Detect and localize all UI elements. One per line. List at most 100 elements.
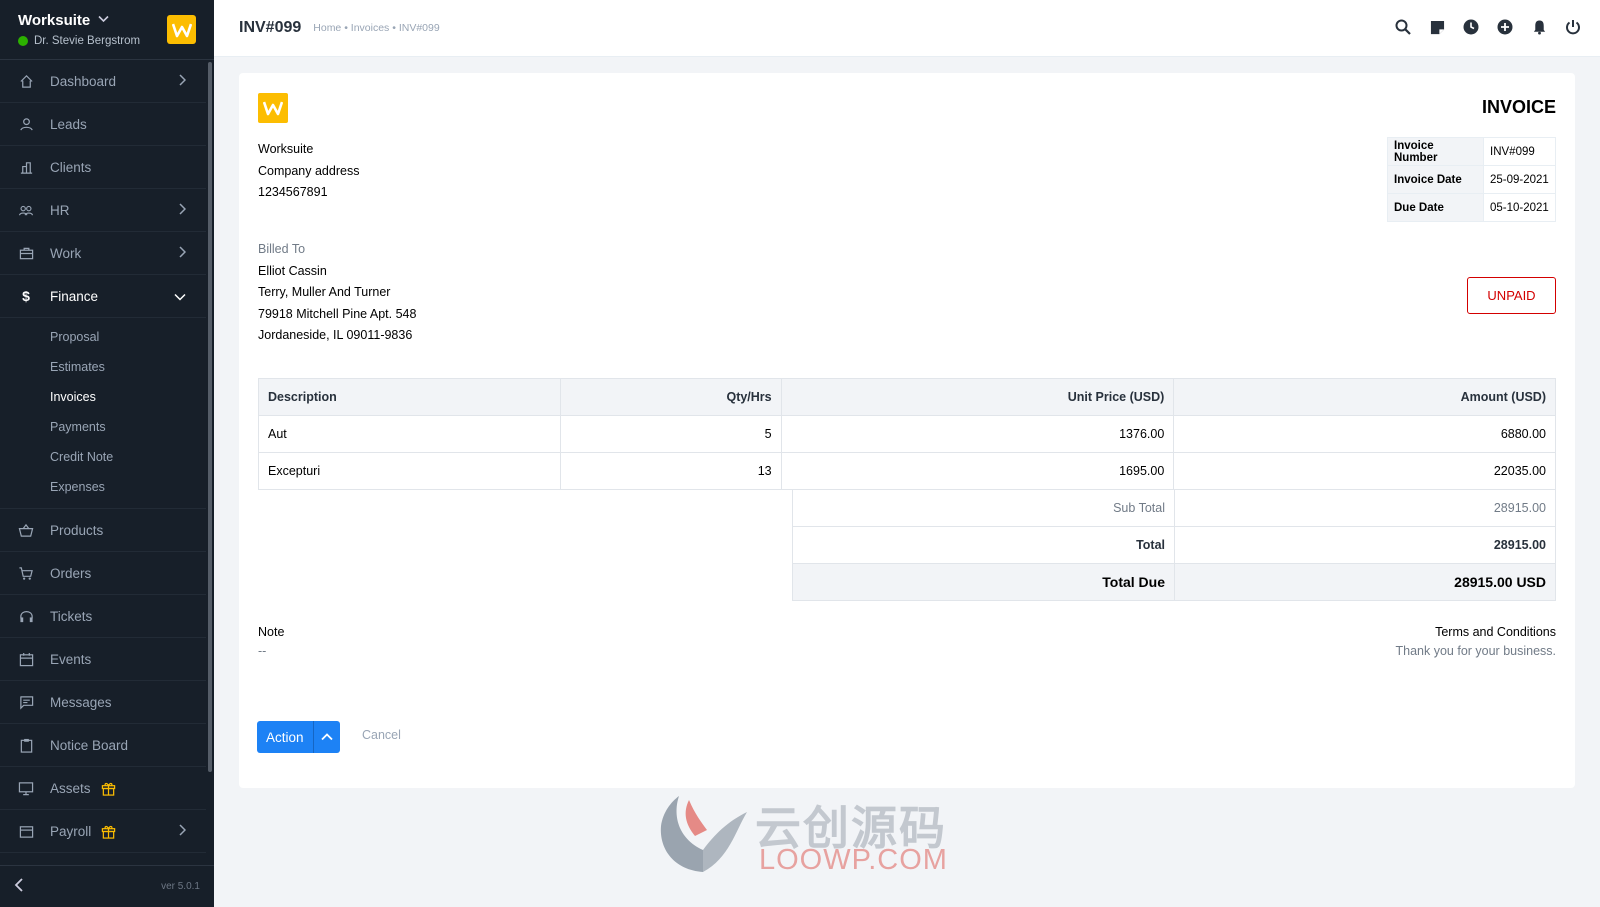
chevron-down-icon — [98, 15, 109, 26]
total-row: Total 28915.00 — [792, 526, 1556, 564]
chevron-up-icon — [320, 733, 333, 741]
meta-label: Invoice Number — [1387, 137, 1484, 166]
billed-to: Billed To Elliot Cassin Terry, Muller An… — [258, 239, 416, 347]
submenu-item-credit-note[interactable]: Credit Note — [0, 442, 206, 472]
meta-label: Invoice Date — [1387, 165, 1484, 194]
company-logo[interactable] — [167, 15, 196, 44]
column-header: Amount (USD) — [1173, 378, 1556, 416]
company-phone: 1234567891 — [258, 185, 328, 199]
power-icon[interactable] — [1564, 18, 1582, 36]
total-label: Total — [792, 526, 1175, 564]
meta-value: INV#099 — [1483, 137, 1556, 166]
sidebar-item-tickets[interactable]: Tickets — [0, 595, 206, 638]
sidebar-item-label: Assets — [50, 780, 91, 796]
dollar-icon: $ — [22, 288, 30, 304]
sidebar-item-label: Products — [50, 522, 104, 538]
sidebar-item-orders[interactable]: Orders — [0, 552, 206, 595]
column-header: Qty/Hrs — [559, 378, 782, 416]
gift-icon — [101, 824, 116, 839]
topbar: INV#099 Home • Invoices • INV#099 — [214, 0, 1600, 57]
client-name: Elliot Cassin — [258, 263, 327, 278]
sidebar-item-events[interactable]: Events — [0, 638, 206, 681]
briefcase-icon — [18, 245, 34, 261]
submenu-item-estimates[interactable]: Estimates — [0, 352, 206, 382]
sidebar-item-messages[interactable]: Messages — [0, 681, 206, 724]
sidebar-item-label: Notice Board — [50, 737, 129, 753]
billed-to-label: Billed To — [258, 242, 306, 256]
company-address: Company address — [258, 163, 360, 178]
table-row: Excepturi 13 1695.00 22035.00 — [258, 452, 1556, 490]
subtotal-value: 28915.00 — [1174, 489, 1556, 527]
sidebar-menu: Dashboard Leads Clients HR Work $ Financ… — [0, 60, 206, 865]
submenu-item-invoices[interactable]: Invoices — [0, 382, 206, 412]
watermark: 云创源码 LOOWP.COM — [655, 792, 955, 876]
totals-table: Sub Total 28915.00 Total 28915.00 Total … — [792, 489, 1556, 601]
company-name: Worksuite — [258, 142, 314, 156]
topbar-actions — [1394, 18, 1582, 36]
sidebar-item-notice-board[interactable]: Notice Board — [0, 724, 206, 767]
submenu-item-expenses[interactable]: Expenses — [0, 472, 206, 502]
sidebar-scrollbar[interactable] — [208, 62, 212, 772]
submenu-item-payments[interactable]: Payments — [0, 412, 206, 442]
sidebar-item-label: Finance — [50, 288, 99, 304]
meta-value: 25-09-2021 — [1483, 165, 1556, 194]
gift-icon — [101, 781, 116, 796]
bell-icon[interactable] — [1530, 18, 1548, 36]
sidebar-item-label: Work — [50, 245, 82, 261]
note-section: Note -- — [258, 623, 284, 661]
sidebar-item-label: Messages — [50, 694, 112, 710]
meta-row: Due Date 05-10-2021 — [1387, 193, 1556, 222]
item-description: Aut — [258, 415, 561, 453]
online-status-icon — [18, 36, 28, 46]
action-button[interactable]: Action — [257, 721, 313, 753]
sidebar-item-leads[interactable]: Leads — [0, 103, 206, 146]
sidebar-item-payroll[interactable]: Payroll — [0, 810, 206, 853]
sidebar-item-products[interactable]: Products — [0, 509, 206, 552]
submenu-item-proposal[interactable]: Proposal — [0, 322, 206, 352]
sidebar-item-hr[interactable]: HR — [0, 189, 206, 232]
add-circle-icon[interactable] — [1496, 18, 1514, 36]
sidebar-item-label: Dashboard — [50, 73, 117, 89]
chevron-right-icon — [178, 246, 187, 261]
column-header: Unit Price (USD) — [780, 378, 1175, 416]
breadcrumb[interactable]: Home • Invoices • INV#099 — [313, 22, 439, 34]
person-icon — [18, 116, 34, 132]
sidebar: Worksuite Dr. Stevie Bergstrom Dashboard… — [0, 0, 214, 907]
sidebar-item-work[interactable]: Work — [0, 232, 206, 275]
subtotal-row: Sub Total 28915.00 — [792, 489, 1556, 527]
page-title: INV#099 — [239, 19, 302, 36]
cancel-button[interactable]: Cancel — [362, 728, 401, 742]
sidebar-item-finance[interactable]: $ Finance — [0, 275, 206, 318]
sticky-note-icon[interactable] — [1428, 18, 1446, 36]
action-dropdown-toggle[interactable] — [312, 721, 340, 753]
status-badge: UNPAID — [1467, 277, 1556, 314]
total-due-label: Total Due — [792, 563, 1175, 601]
chat-icon — [18, 694, 34, 710]
monitor-icon — [18, 780, 34, 796]
building-icon — [18, 159, 34, 175]
watermark-logo-icon — [660, 796, 747, 872]
search-icon[interactable] — [1394, 18, 1412, 36]
sidebar-item-dashboard[interactable]: Dashboard — [0, 60, 206, 103]
item-description: Excepturi — [258, 452, 561, 490]
chevron-right-icon — [178, 74, 187, 89]
invoice-items-table: Description Qty/Hrs Unit Price (USD) Amo… — [258, 378, 1556, 490]
client-company: Terry, Muller And Turner — [258, 285, 391, 299]
sidebar-item-label: Payroll — [50, 823, 92, 839]
table-header-row: Description Qty/Hrs Unit Price (USD) Amo… — [258, 378, 1556, 416]
finance-submenu: Proposal Estimates Invoices Payments Cre… — [0, 318, 206, 509]
app-version: ver 5.0.1 — [161, 881, 200, 892]
collapse-sidebar-icon[interactable] — [14, 878, 24, 895]
item-unit-price: 1695.00 — [780, 452, 1175, 490]
note-value: -- — [258, 644, 267, 658]
sidebar-item-label: Orders — [50, 565, 92, 581]
sidebar-item-clients[interactable]: Clients — [0, 146, 206, 189]
clock-icon[interactable] — [1462, 18, 1480, 36]
meta-row: Invoice Date 25-09-2021 — [1387, 165, 1556, 194]
sidebar-item-assets[interactable]: Assets — [0, 767, 206, 810]
sidebar-item-label: Tickets — [50, 608, 93, 624]
clipboard-icon — [18, 737, 34, 753]
meta-value: 05-10-2021 — [1483, 193, 1556, 222]
terms-section: Terms and Conditions Thank you for your … — [1396, 623, 1557, 661]
note-label: Note — [258, 625, 285, 639]
